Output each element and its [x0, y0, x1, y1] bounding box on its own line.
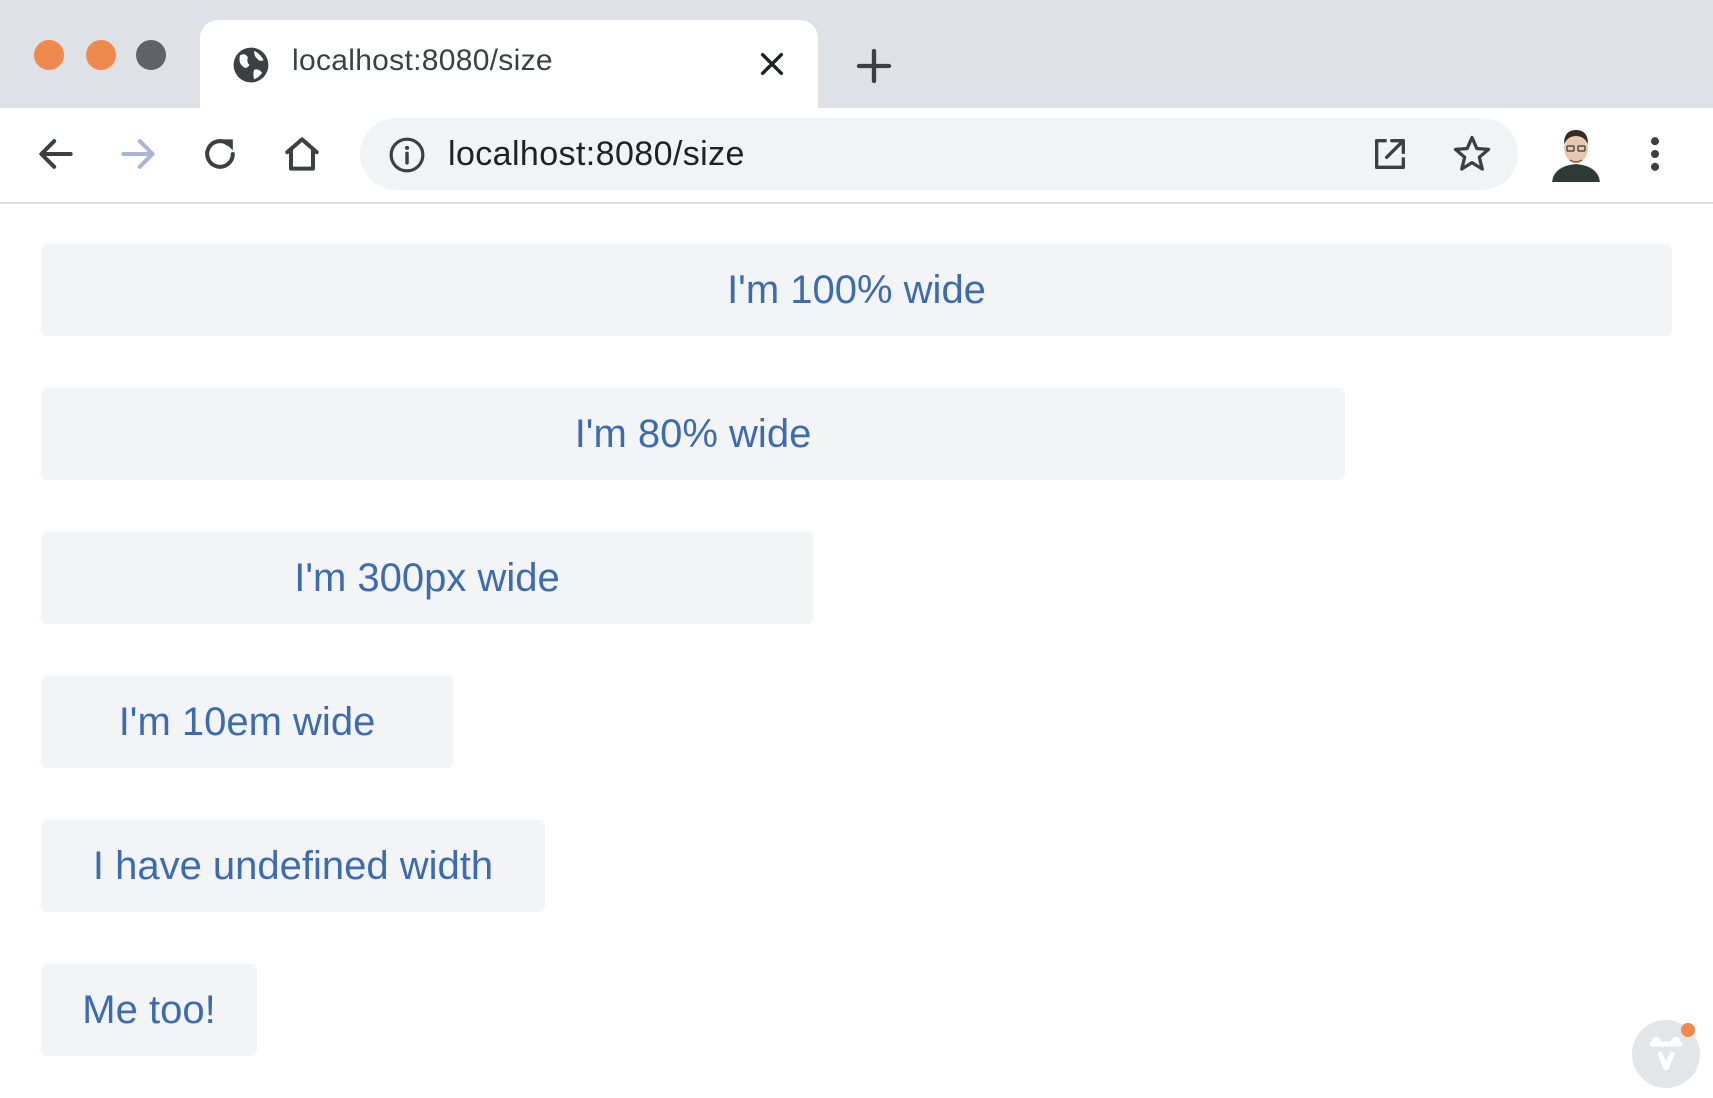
globe-icon: [233, 47, 269, 83]
button-undefined-width[interactable]: I have undefined width: [41, 820, 545, 912]
window-close-button[interactable]: [34, 40, 64, 70]
reload-icon[interactable]: [198, 132, 242, 176]
info-icon[interactable]: [388, 136, 426, 174]
window-minimize-button[interactable]: [86, 40, 116, 70]
address-bar[interactable]: localhost:8080/size: [360, 118, 1518, 190]
button-300px-wide[interactable]: I'm 300px wide: [41, 532, 813, 624]
browser-tab[interactable]: localhost:8080/size: [200, 20, 818, 108]
vaadin-icon[interactable]: [1630, 1014, 1706, 1090]
button-80-percent-wide[interactable]: I'm 80% wide: [41, 388, 1345, 480]
star-icon[interactable]: [1450, 132, 1494, 176]
button-10em-wide[interactable]: I'm 10em wide: [41, 676, 453, 768]
window-maximize-button[interactable]: [136, 40, 166, 70]
forward-arrow-icon[interactable]: [116, 132, 160, 176]
back-arrow-icon[interactable]: [34, 132, 78, 176]
browser-toolbar: localhost:8080/size: [0, 108, 1713, 204]
home-icon[interactable]: [280, 132, 324, 176]
tab-title: localhost:8080/size: [292, 44, 553, 77]
close-icon[interactable]: [756, 48, 788, 80]
new-tab-plus-icon[interactable]: [854, 46, 894, 86]
kebab-menu-icon[interactable]: [1640, 132, 1670, 176]
page-content: I'm 100% wide I'm 80% wide I'm 300px wid…: [0, 204, 1713, 1098]
address-url[interactable]: localhost:8080/size: [448, 135, 745, 174]
external-link-icon[interactable]: [1370, 134, 1410, 174]
button-100-percent-wide[interactable]: I'm 100% wide: [41, 244, 1672, 336]
tab-strip: localhost:8080/size: [0, 0, 1713, 108]
avatar[interactable]: [1548, 124, 1604, 186]
button-me-too[interactable]: Me too!: [41, 964, 257, 1056]
